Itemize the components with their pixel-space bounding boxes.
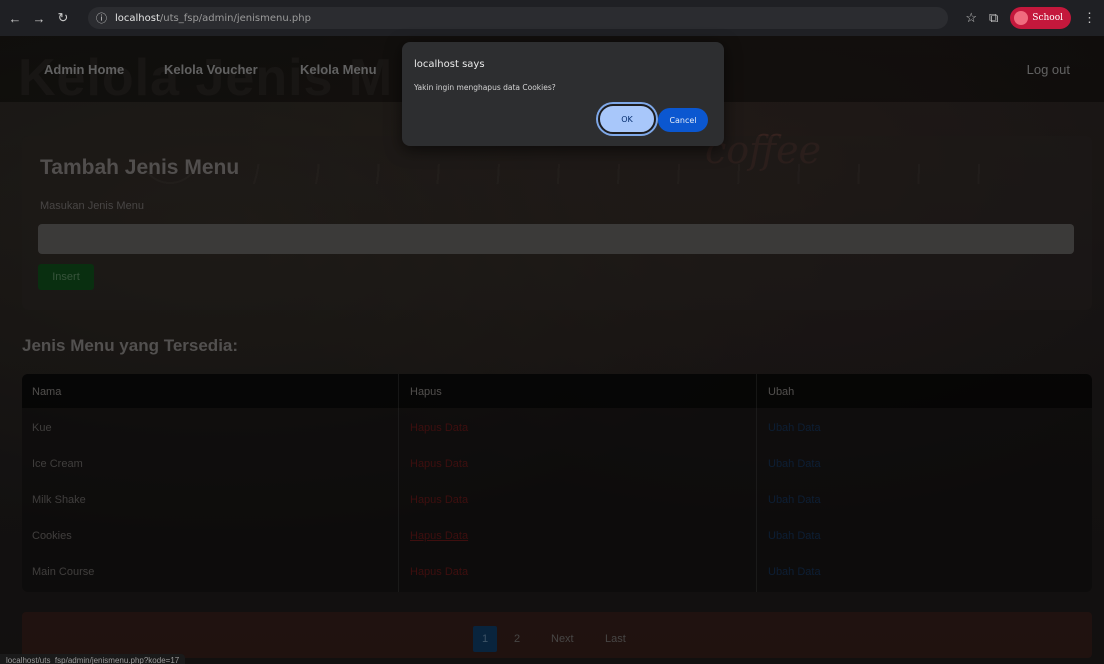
site-info-icon[interactable]: ⓘ — [96, 10, 107, 26]
forward-icon[interactable]: → — [32, 11, 46, 26]
extensions-icon[interactable]: ⧉ — [989, 10, 998, 26]
toolbar-actions: ☆ ⧉ School ⋮ — [965, 7, 1096, 29]
bookmark-star-icon[interactable]: ☆ — [965, 10, 977, 26]
dialog-message: Yakin ingin menghapus data Cookies? — [414, 83, 556, 92]
profile-button[interactable]: School — [1010, 7, 1071, 29]
profile-label: School — [1032, 13, 1063, 23]
back-icon[interactable]: ← — [8, 11, 22, 26]
confirm-dialog: localhost says Yakin ingin menghapus dat… — [402, 42, 724, 146]
dialog-title: localhost says — [414, 59, 485, 70]
cancel-button[interactable]: Cancel — [658, 108, 708, 132]
reload-icon[interactable]: ↻ — [56, 10, 70, 26]
avatar — [1014, 11, 1029, 25]
status-bar-url: localhost/uts_fsp/admin/jenismenu.php?ko… — [0, 654, 186, 664]
address-bar[interactable]: ⓘ localhost/uts_fsp/admin/jenismenu.php — [88, 7, 948, 29]
ok-button[interactable]: OK — [598, 104, 656, 134]
menu-kebab-icon[interactable]: ⋮ — [1083, 10, 1096, 26]
url-text: localhost/uts_fsp/admin/jenismenu.php — [115, 12, 311, 24]
